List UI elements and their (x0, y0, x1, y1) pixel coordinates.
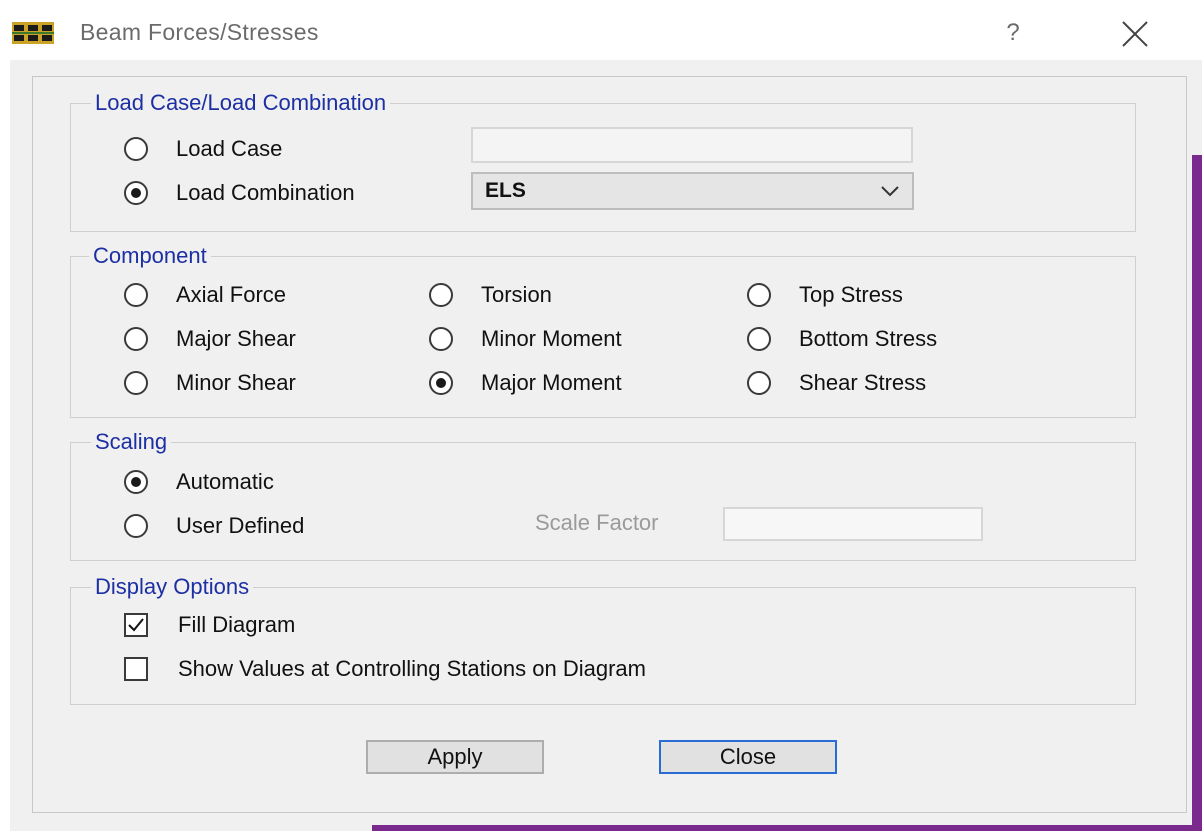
component-option-bottom-stress[interactable]: Bottom Stress (747, 324, 937, 354)
component-option-label: Minor Moment (481, 326, 622, 351)
scale-factor-input[interactable] (723, 507, 983, 541)
component-option-label: Major Moment (481, 370, 622, 395)
load-case-input[interactable] (471, 127, 913, 163)
component-option-shear-stress[interactable]: Shear Stress (747, 368, 926, 398)
load-case-radio[interactable]: Load Case (124, 134, 282, 164)
radio-button[interactable] (747, 327, 771, 351)
radio-button[interactable] (124, 371, 148, 395)
load-combination-radio[interactable]: Load Combination (124, 178, 355, 208)
load-combination-value: ELS (485, 179, 526, 202)
show-values-checkbox[interactable] (124, 657, 148, 681)
component-option-label: Major Shear (176, 326, 296, 351)
chevron-down-icon[interactable] (880, 184, 900, 198)
load-combination-label: Load Combination (176, 180, 355, 205)
scaling-group-legend: Scaling (91, 429, 172, 455)
background-window-edge-bottom (372, 825, 1202, 831)
radio-button[interactable] (124, 514, 148, 538)
scaling-user-defined-label: User Defined (176, 513, 305, 538)
radio-button[interactable] (124, 327, 148, 351)
component-option-major-moment[interactable]: Major Moment (429, 368, 622, 398)
close-button[interactable]: Close (659, 740, 837, 774)
radio-button[interactable] (747, 283, 771, 307)
load-case-group: Load Case/Load Combination (70, 90, 1136, 232)
radio-button[interactable] (429, 283, 453, 307)
scaling-automatic-label: Automatic (176, 469, 274, 494)
scaling-automatic-radio[interactable]: Automatic (124, 467, 274, 497)
show-values-label: Show Values at Controlling Stations on D… (178, 656, 646, 681)
component-group-legend: Component (89, 243, 211, 269)
component-option-top-stress[interactable]: Top Stress (747, 280, 903, 310)
load-combination-radio-button[interactable] (124, 181, 148, 205)
radio-button[interactable] (124, 470, 148, 494)
component-option-label: Minor Shear (176, 370, 296, 395)
load-case-group-legend: Load Case/Load Combination (91, 90, 391, 116)
component-option-label: Bottom Stress (799, 326, 938, 351)
fill-diagram-label: Fill Diagram (178, 612, 296, 637)
component-option-major-shear[interactable]: Major Shear (124, 324, 296, 354)
component-option-label: Top Stress (799, 282, 903, 307)
load-case-label: Load Case (176, 136, 283, 161)
radio-button[interactable] (429, 327, 453, 351)
component-option-minor-shear[interactable]: Minor Shear (124, 368, 296, 398)
component-option-label: Axial Force (176, 282, 287, 307)
radio-button[interactable] (747, 371, 771, 395)
title-bar: Beam Forces/Stresses ? (0, 0, 1202, 60)
display-options-group-legend: Display Options (91, 574, 254, 600)
scale-factor-label: Scale Factor (535, 510, 659, 535)
display-options-group: Display Options (70, 574, 1136, 705)
component-option-axial-force[interactable]: Axial Force (124, 280, 286, 310)
radio-button[interactable] (429, 371, 453, 395)
close-icon[interactable] (1115, 14, 1155, 54)
beam-app-icon (12, 22, 54, 44)
apply-button[interactable]: Apply (366, 740, 544, 774)
fill-diagram-checkbox-row[interactable]: Fill Diagram (124, 610, 295, 640)
checkmark-icon (128, 618, 144, 632)
scaling-user-defined-radio[interactable]: User Defined (124, 511, 304, 541)
fill-diagram-checkbox[interactable] (124, 613, 148, 637)
help-button[interactable]: ? (998, 16, 1028, 50)
component-option-minor-moment[interactable]: Minor Moment (429, 324, 622, 354)
component-option-label: Shear Stress (799, 370, 927, 395)
window-title: Beam Forces/Stresses (80, 19, 319, 45)
show-values-checkbox-row[interactable]: Show Values at Controlling Stations on D… (124, 654, 646, 684)
component-option-label: Torsion (481, 282, 552, 307)
load-case-radio-button[interactable] (124, 137, 148, 161)
radio-button[interactable] (124, 283, 148, 307)
dialog-client-area: Load Case/Load Combination Load Case Loa… (10, 60, 1202, 831)
background-window-edge (1192, 155, 1202, 831)
scaling-group: Scaling (70, 429, 1136, 561)
component-option-torsion[interactable]: Torsion (429, 280, 552, 310)
load-combination-dropdown[interactable]: ELS (471, 172, 914, 210)
